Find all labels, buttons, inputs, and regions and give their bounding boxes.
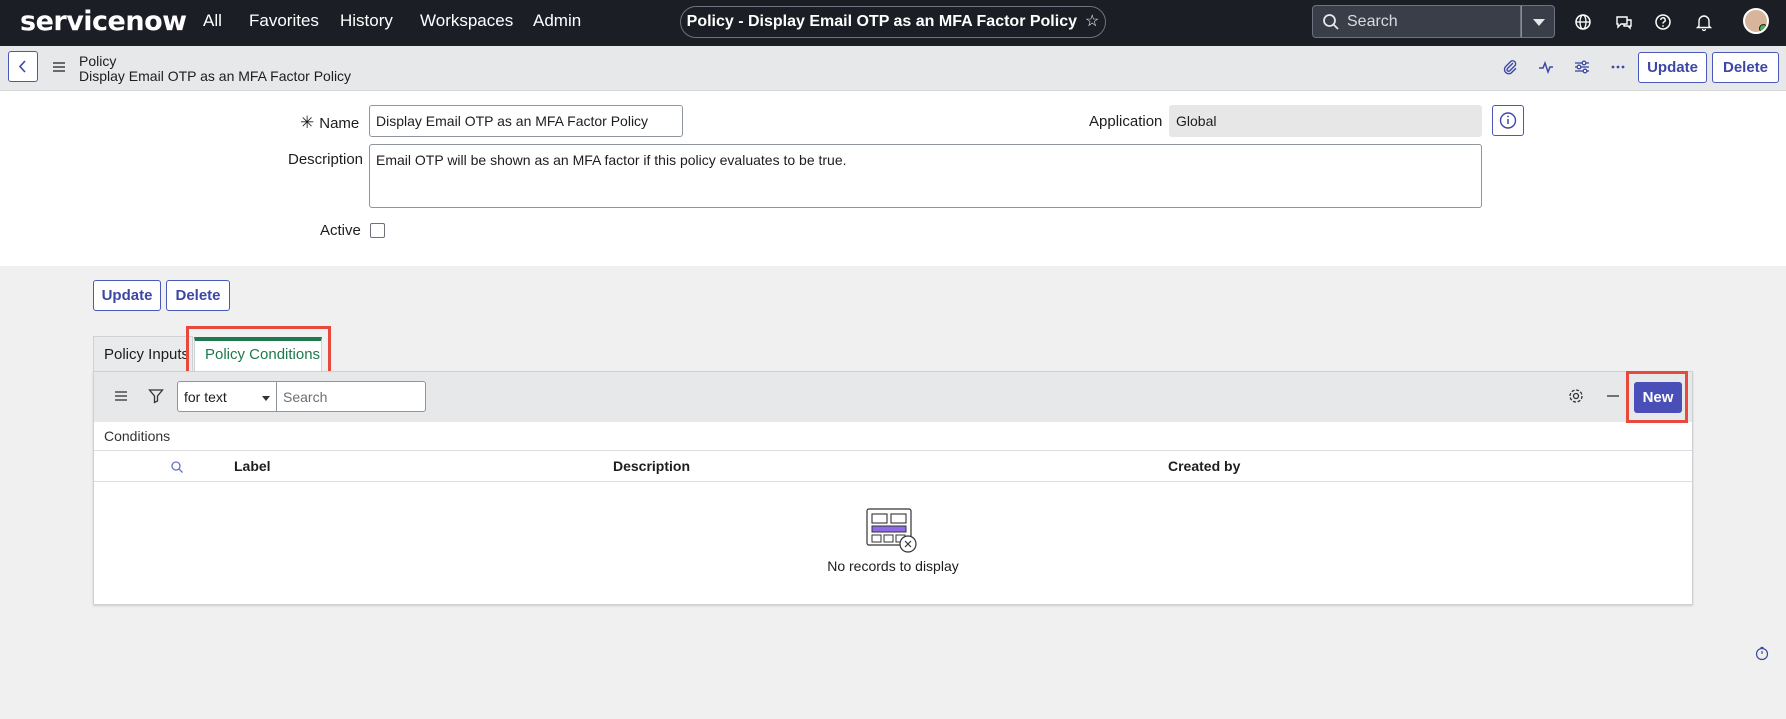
top-navigation: servicenow All Favorites History Workspa… [0, 0, 1786, 46]
page-title-pill[interactable]: Policy - Display Email OTP as an MFA Fac… [680, 6, 1106, 38]
related-list-panel: for text Search New Conditions Label Des… [93, 371, 1693, 605]
nav-workspaces[interactable]: Workspaces [420, 11, 513, 31]
notifications-icon[interactable] [1693, 11, 1715, 33]
name-field[interactable]: Display Email OTP as an MFA Factor Polic… [369, 105, 683, 137]
record-header: Policy Display Email OTP as an MFA Facto… [0, 46, 1786, 91]
header-delete-button[interactable]: Delete [1712, 52, 1779, 83]
list-caption: Conditions [104, 428, 171, 444]
page-title: Policy - Display Email OTP as an MFA Fac… [686, 13, 1077, 30]
help-icon[interactable] [1652, 11, 1674, 33]
list-toolbar: for text Search New [94, 372, 1692, 422]
globe-icon[interactable] [1572, 11, 1594, 33]
column-search-icon[interactable] [170, 460, 184, 474]
list-menu-icon[interactable] [114, 390, 128, 402]
application-label: Application [1089, 113, 1163, 130]
chevron-left-icon [18, 60, 26, 73]
empty-records-illustration [866, 508, 917, 553]
tab-policy-inputs[interactable]: Policy Inputs [104, 346, 189, 363]
collapse-icon[interactable] [1606, 389, 1620, 403]
global-search-input[interactable]: Search [1312, 5, 1521, 38]
highlight-new-button [1626, 371, 1688, 423]
attachment-icon[interactable] [1501, 58, 1519, 76]
record-name: Display Email OTP as an MFA Factor Polic… [79, 68, 352, 84]
nav-all[interactable]: All [203, 11, 222, 31]
header-update-button[interactable]: Update [1638, 52, 1707, 83]
delete-button[interactable]: Delete [166, 280, 230, 311]
list-search-input[interactable]: Search [276, 381, 426, 412]
application-field: Global [1169, 105, 1482, 137]
record-form: ✳ Name Display Email OTP as an MFA Factor… [0, 91, 1786, 266]
description-field[interactable]: Email OTP will be shown as an MFA factor… [369, 144, 1482, 208]
search-field-select[interactable]: for text [177, 381, 277, 412]
description-label: Description [288, 151, 364, 168]
nav-favorites[interactable]: Favorites [249, 11, 319, 31]
presence-indicator [1759, 24, 1767, 32]
global-search-placeholder: Search [1347, 13, 1398, 30]
update-button[interactable]: Update [93, 280, 161, 311]
user-avatar[interactable] [1743, 8, 1769, 34]
nav-admin[interactable]: Admin [533, 11, 581, 31]
empty-state-message: No records to display [827, 558, 959, 574]
active-label: Active [320, 222, 361, 239]
search-icon [1323, 14, 1339, 30]
chat-icon[interactable] [1613, 11, 1635, 33]
gear-icon[interactable] [1568, 388, 1584, 404]
activity-icon[interactable] [1537, 58, 1555, 76]
name-label-text: Name [319, 115, 360, 132]
application-info-button[interactable] [1492, 105, 1524, 136]
timer-icon[interactable] [1754, 645, 1770, 661]
more-options-icon[interactable] [1609, 58, 1627, 76]
filter-icon[interactable] [148, 388, 164, 404]
list-column-header: Label Description Created by [94, 450, 1692, 482]
column-label[interactable]: Label [234, 458, 271, 474]
mandatory-asterisk-icon: ✳ [300, 113, 315, 132]
search-scope-dropdown[interactable] [1521, 5, 1555, 38]
name-label: ✳ Name [300, 113, 359, 133]
form-menu-icon[interactable] [52, 61, 66, 73]
column-created-by[interactable]: Created by [1168, 458, 1240, 474]
column-description[interactable]: Description [613, 458, 690, 474]
servicenow-logo[interactable]: servicenow [20, 6, 187, 37]
nav-history[interactable]: History [340, 11, 393, 31]
active-checkbox[interactable] [370, 223, 385, 238]
info-icon [1499, 112, 1517, 129]
back-button[interactable] [8, 51, 38, 82]
settings-sliders-icon[interactable] [1573, 58, 1591, 76]
record-type: Policy [79, 53, 117, 69]
star-icon[interactable]: ☆ [1085, 13, 1099, 30]
